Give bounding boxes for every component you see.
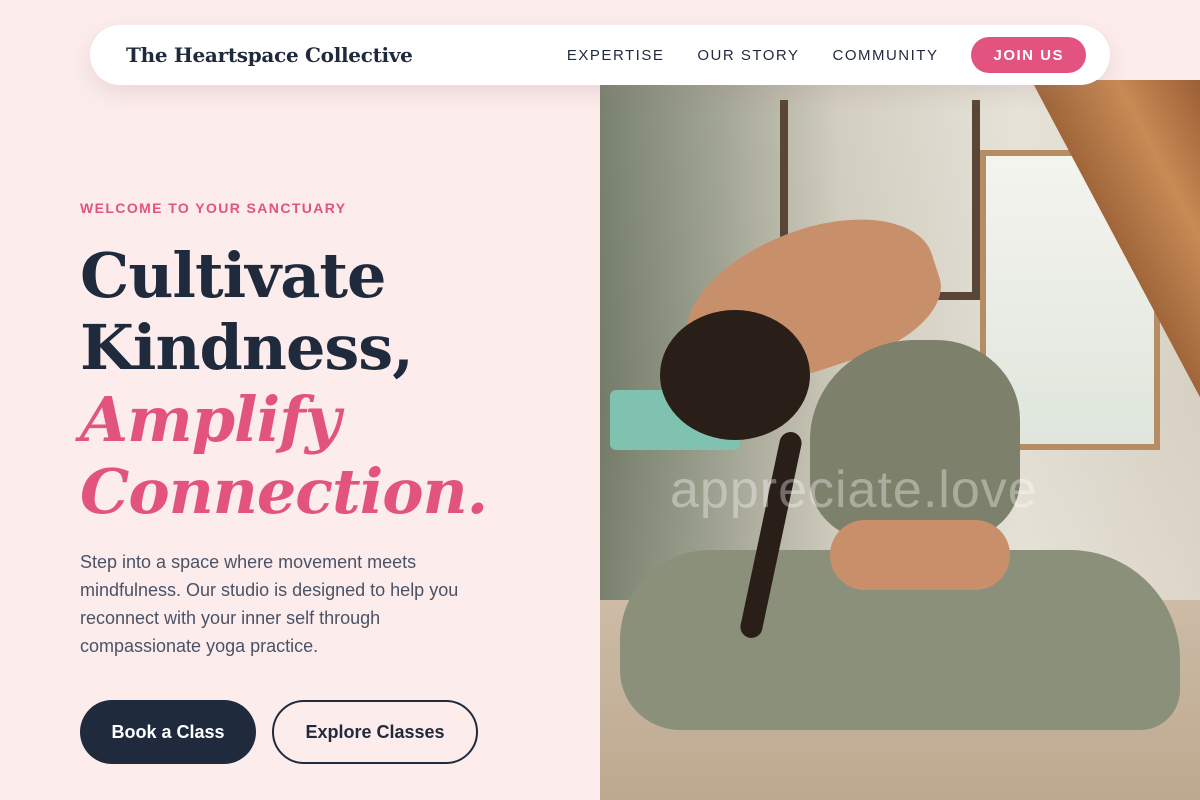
hero-description: Step into a space where movement meets m… [80,552,459,656]
photo-person-hair [660,310,810,440]
nav-link-community[interactable]: COMMUNITY [832,47,938,64]
top-nav: The Heartspace Collective EXPERTISE OUR … [90,25,1110,85]
headline-line-4: Connection. [80,455,488,528]
hero-headline: Cultivate Kindness, Amplify Connection. [80,240,580,528]
explore-classes-button[interactable]: Explore Classes [272,700,478,764]
nav-link-expertise[interactable]: EXPERTISE [567,47,664,64]
hero-eyebrow: WELCOME TO YOUR SANCTUARY [80,200,347,216]
headline-line-3: Amplify [80,383,341,456]
book-class-button[interactable]: Book a Class [80,700,256,764]
hero-image: appreciate.love [600,80,1200,800]
photo-person-midriff [830,520,1010,590]
headline-line-2: Kindness, [80,311,414,384]
headline-line-1: Cultivate [80,239,386,312]
nav-link-our-story[interactable]: OUR STORY [697,47,799,64]
image-watermark: appreciate.love [670,461,1038,519]
nav-links: EXPERTISE OUR STORY COMMUNITY JOIN US [534,37,1086,73]
brand-logo[interactable]: The Heartspace Collective [126,43,413,67]
join-us-button[interactable]: JOIN US [971,37,1086,73]
